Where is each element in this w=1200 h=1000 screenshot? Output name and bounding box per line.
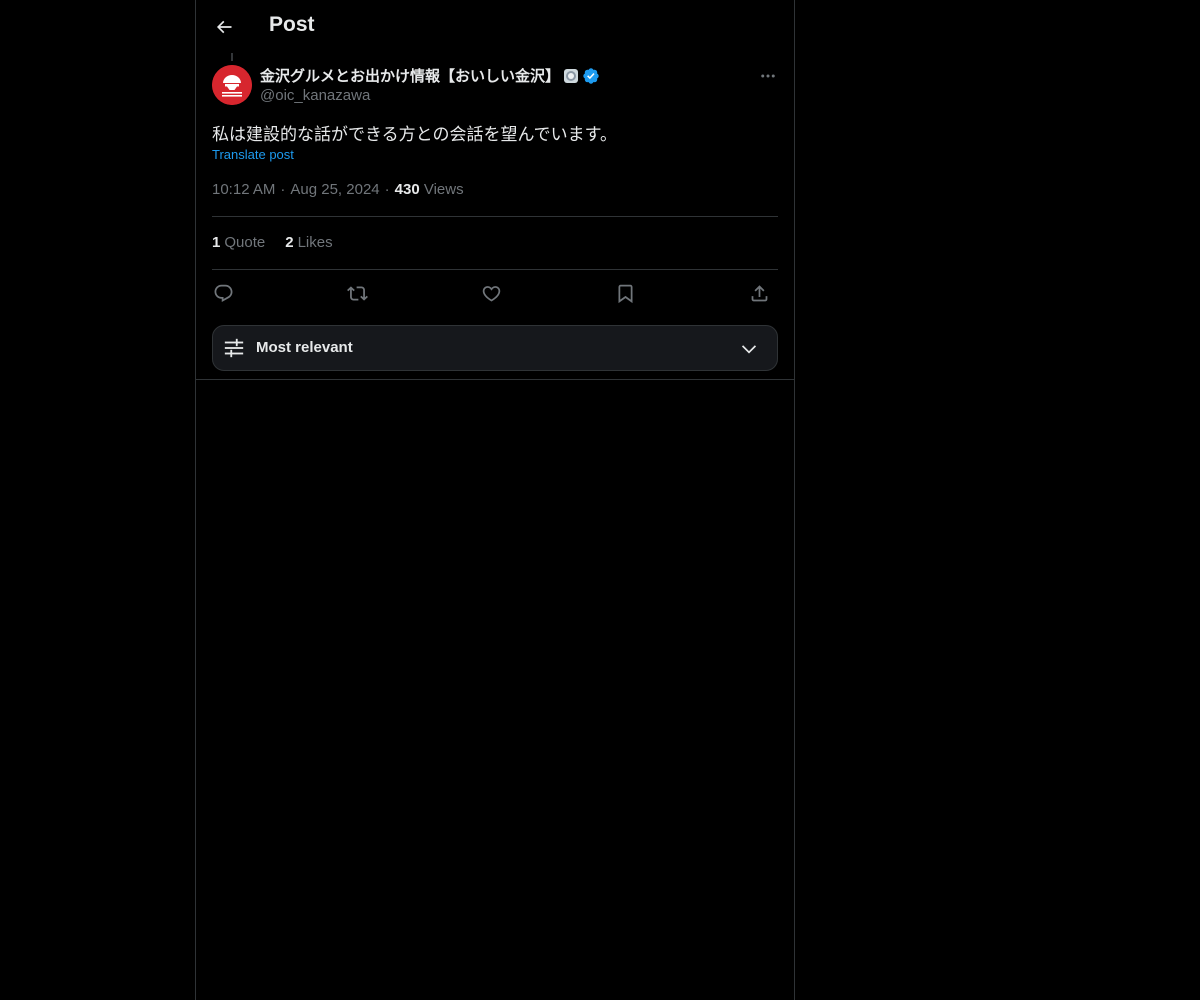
main-column: Post 金沢グルメとお出かけ情報【おいしい金沢】 @oic_kanazawa (195, 0, 795, 1000)
likes-count: 2 (285, 234, 294, 251)
more-options-button[interactable] (756, 64, 780, 88)
author-handle[interactable]: @oic_kanazawa (260, 87, 370, 104)
meta-separator: · (280, 181, 286, 198)
like-button[interactable] (478, 280, 504, 306)
plate-emoji-icon (564, 68, 579, 83)
sliders-icon (224, 338, 244, 358)
bookmark-icon (618, 284, 632, 303)
action-bar (212, 280, 778, 306)
views-count: 430 (394, 181, 420, 198)
share-button[interactable] (746, 280, 772, 306)
page-title: Post (269, 13, 315, 36)
avatar[interactable] (212, 65, 252, 105)
bookmark-button[interactable] (612, 280, 638, 306)
repost-button[interactable] (344, 280, 370, 306)
share-icon (751, 284, 767, 301)
chevron-down-icon (741, 345, 757, 354)
post-text: 私は建設的な話ができる方との会話を望んでいます。 (212, 125, 617, 144)
views-label: Views (423, 181, 464, 198)
author-display-name: 金沢グルメとお出かけ情報【おいしい金沢】 (260, 68, 561, 85)
verified-badge-icon (583, 67, 599, 84)
engagement-stats: 1 Quote 2 Likes (212, 234, 353, 251)
quotes-count: 1 (212, 234, 221, 251)
author-name[interactable]: 金沢グルメとお出かけ情報【おいしい金沢】 (260, 65, 600, 86)
reply-button[interactable] (210, 280, 236, 306)
section-divider (196, 379, 794, 380)
restaurant-logo-icon (212, 65, 252, 105)
heart-icon (482, 285, 500, 302)
top-bar: Post (196, 0, 794, 53)
arrow-left-icon (216, 20, 232, 34)
meta-separator: · (384, 181, 390, 198)
divider (212, 216, 778, 217)
translate-post-link[interactable]: Translate post (212, 147, 294, 162)
likes-stat[interactable]: 2 Likes (285, 234, 332, 251)
back-button[interactable] (208, 11, 240, 43)
quotes-label: Quote (224, 234, 266, 251)
more-horizontal-icon (761, 74, 775, 78)
post-date[interactable]: Aug 25, 2024 (290, 181, 379, 198)
repost-icon (346, 285, 368, 301)
likes-label: Likes (297, 234, 333, 251)
thread-connector-line (231, 53, 233, 61)
divider (212, 269, 778, 270)
reply-icon (214, 284, 232, 302)
replies-sort-dropdown[interactable]: Most relevant (212, 325, 778, 371)
post-metadata: 10:12 AM · Aug 25, 2024 · 430 Views (212, 181, 464, 198)
post-time[interactable]: 10:12 AM (212, 181, 275, 198)
quotes-stat[interactable]: 1 Quote (212, 234, 265, 251)
sort-label: Most relevant (256, 339, 353, 356)
